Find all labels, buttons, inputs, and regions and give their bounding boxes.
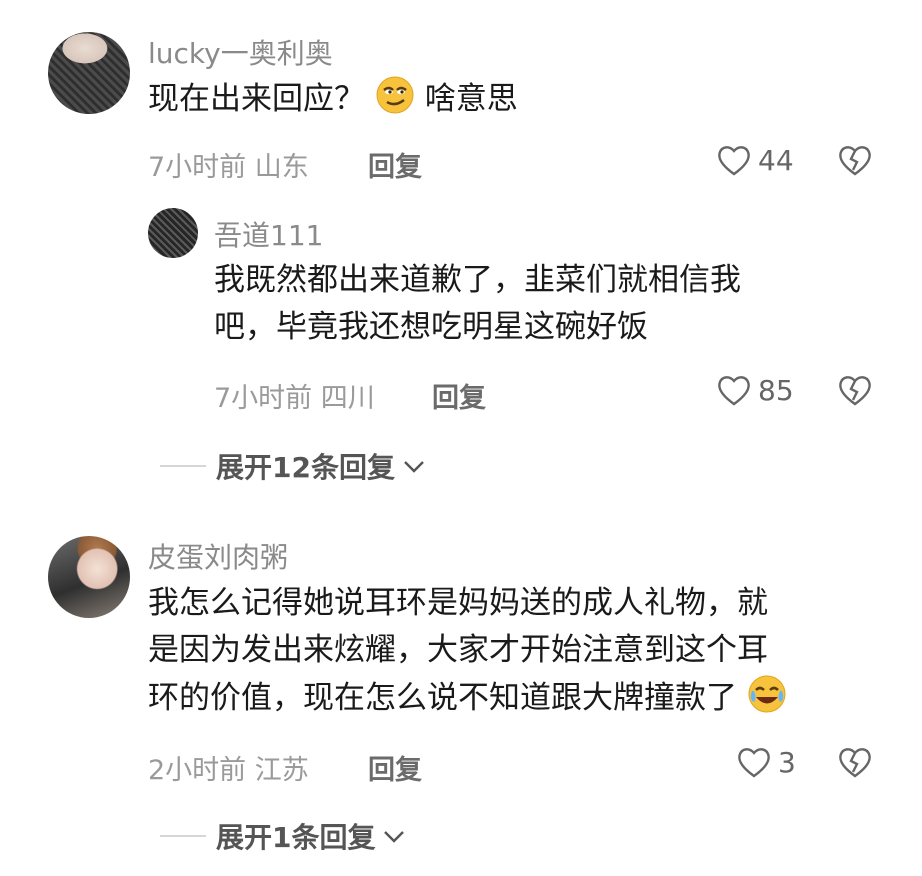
comment-text: 我怎么记得她说耳环是妈妈送的成人礼物，就 是因为发出来炫耀，大家才开始注意到这个… bbox=[148, 580, 787, 722]
username[interactable]: lucky一奥利奥 bbox=[148, 32, 333, 72]
avatar[interactable] bbox=[48, 32, 130, 114]
chevron-down-icon bbox=[404, 461, 424, 473]
reply-button[interactable]: 回复 bbox=[432, 376, 486, 415]
smirk-emoji-icon bbox=[376, 76, 414, 114]
comment-meta: 7小时前 四川 bbox=[214, 383, 375, 414]
avatar[interactable] bbox=[148, 208, 198, 258]
comment-meta: 7小时前 山东 bbox=[148, 152, 309, 183]
like-button[interactable]: 3 bbox=[736, 745, 796, 779]
broken-heart-icon[interactable] bbox=[837, 745, 873, 779]
reply-button[interactable]: 回复 bbox=[368, 145, 422, 184]
like-button[interactable]: 85 bbox=[716, 373, 794, 407]
username[interactable]: 吾道111 bbox=[214, 214, 323, 254]
like-button[interactable]: 44 bbox=[716, 143, 794, 177]
username[interactable]: 皮蛋刘肉粥 bbox=[148, 536, 288, 576]
divider bbox=[160, 835, 206, 837]
heart-icon bbox=[738, 748, 770, 778]
heart-icon bbox=[718, 376, 750, 406]
comment-text: 我既然都出来道歉了，韭菜们就相信我 吧，毕竟我还想吃明星这碗好饭 bbox=[214, 262, 741, 345]
reply-button[interactable]: 回复 bbox=[368, 748, 422, 787]
chevron-down-icon bbox=[384, 831, 405, 843]
comment-text: 现在出来回应？ 啥意思 bbox=[148, 75, 518, 123]
broken-heart-icon[interactable] bbox=[837, 373, 873, 407]
like-count: 85 bbox=[758, 373, 794, 407]
expand-replies-button[interactable]: 展开1条回复 bbox=[160, 816, 407, 856]
comment-meta: 2小时前 江苏 bbox=[148, 755, 309, 786]
broken-heart-icon[interactable] bbox=[837, 143, 873, 177]
divider bbox=[160, 465, 206, 467]
like-count: 44 bbox=[758, 143, 794, 177]
crying-laughing-emoji-icon bbox=[748, 675, 786, 713]
heart-icon bbox=[718, 146, 750, 176]
like-count: 3 bbox=[778, 745, 796, 779]
avatar[interactable] bbox=[48, 536, 130, 618]
expand-replies-button[interactable]: 展开12条回复 bbox=[160, 446, 427, 486]
